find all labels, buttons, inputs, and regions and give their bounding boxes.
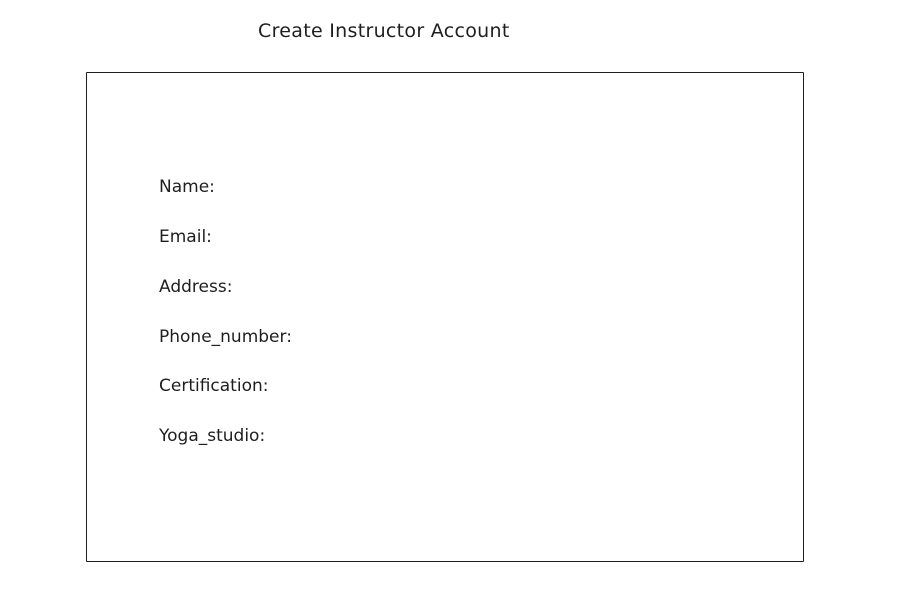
certification-field-label: Certification: <box>159 376 269 396</box>
phone-number-field-label: Phone_number: <box>159 327 292 347</box>
yoga-studio-field-label: Yoga_studio: <box>159 426 266 446</box>
page-title: Create Instructor Account <box>258 20 510 42</box>
address-field-label: Address: <box>159 277 233 297</box>
name-field-label: Name: <box>159 177 215 197</box>
instructor-form-frame <box>86 72 804 562</box>
email-field-label: Email: <box>159 227 212 247</box>
